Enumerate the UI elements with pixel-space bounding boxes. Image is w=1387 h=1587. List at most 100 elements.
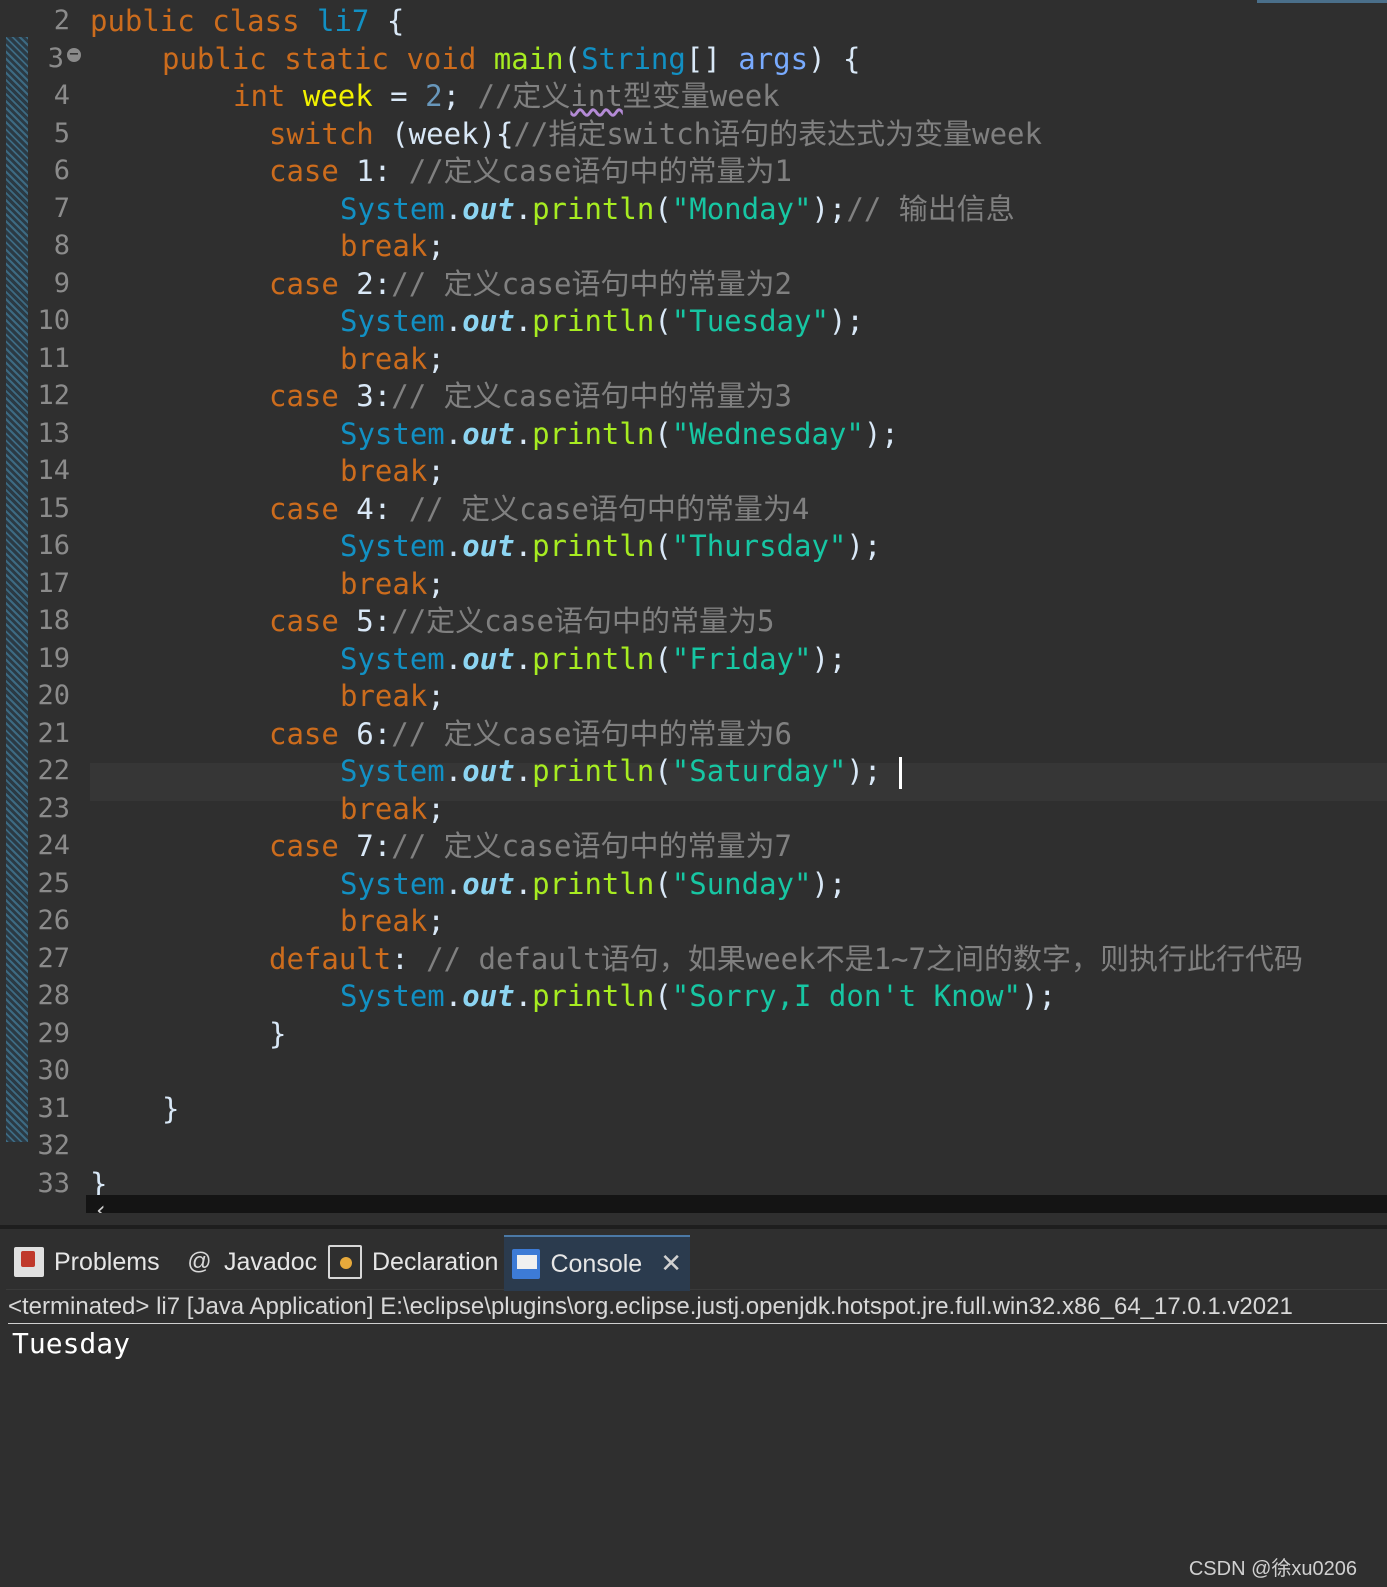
tab-javadoc[interactable]: @ Javadoc — [176, 1235, 325, 1289]
console-output[interactable]: Tuesday — [12, 1325, 130, 1363]
comment: // 输出信息 — [846, 192, 1015, 226]
class-name: System — [340, 304, 445, 338]
line-number: 14 — [37, 455, 70, 486]
code-line[interactable]: System.out.println("Tuesday"); — [340, 302, 864, 340]
problems-icon — [14, 1247, 44, 1277]
code-line[interactable]: switch (week){//指定switch语句的表达式为变量week — [269, 115, 1042, 153]
punctuation: 3: — [338, 379, 392, 413]
code-line[interactable]: public class li7 { — [90, 2, 404, 40]
code-line[interactable]: case 1: //定义case语句中的常量为1 — [269, 152, 792, 190]
punctuation: ); — [1020, 979, 1056, 1013]
punctuation: 5: — [338, 604, 392, 638]
code-line-current[interactable]: System.out.println("Saturday"); — [340, 752, 903, 790]
code-line[interactable]: System.out.println("Monday");// 输出信息 — [340, 190, 1015, 228]
line-number: 2 — [53, 5, 70, 36]
punctuation: ); — [811, 867, 847, 901]
code-line[interactable]: case 3:// 定义case语句中的常量为3 — [269, 377, 792, 415]
console-icon — [512, 1249, 541, 1279]
code-line[interactable]: int week = 2; //定义int型变量week — [233, 77, 780, 115]
punctuation: . — [514, 867, 533, 901]
keyword: break — [340, 904, 428, 938]
line-number: 25 — [37, 868, 70, 899]
line-number: 33 — [37, 1168, 70, 1199]
code-line[interactable]: case 4: // 定义case语句中的常量为4 — [269, 490, 809, 528]
punctuation: . — [514, 417, 533, 451]
punctuation: : — [391, 942, 427, 976]
line-number: 26 — [37, 905, 70, 936]
line-number: 15 — [37, 493, 70, 524]
code-line[interactable]: case 2:// 定义case语句中的常量为2 — [269, 265, 792, 303]
comment-spellcheck: int — [570, 79, 623, 113]
class-name: System — [340, 867, 445, 901]
keyword: public — [90, 4, 195, 38]
comment: // 定义case语句中的常量为4 — [408, 492, 810, 526]
tab-problems[interactable]: Problems — [6, 1235, 168, 1289]
line-number: 11 — [37, 343, 70, 374]
code-line[interactable]: break; — [340, 677, 445, 715]
declaration-icon — [328, 1245, 362, 1279]
code-line[interactable]: System.out.println("Sorry,I don't Know")… — [340, 977, 1056, 1015]
field: out — [462, 979, 515, 1013]
code-line[interactable]: break; — [340, 452, 445, 490]
code-editor[interactable]: 2 3 − 4 5 6 7 8 9 10 11 12 13 14 15 16 1… — [0, 0, 1387, 1213]
code-line[interactable]: case 7:// 定义case语句中的常量为7 — [269, 827, 792, 865]
tab-label: Problems — [54, 1247, 160, 1276]
editor-top-accent — [1257, 0, 1387, 3]
punctuation: ); — [846, 754, 882, 788]
method-name: println — [532, 192, 655, 226]
line-number-gutter: 2 3 − 4 5 6 7 8 9 10 11 12 13 14 15 16 1… — [0, 0, 86, 1213]
punctuation: . — [444, 417, 463, 451]
keyword: static — [284, 42, 389, 76]
tab-declaration[interactable]: Declaration — [320, 1235, 506, 1289]
code-line[interactable]: System.out.println("Sunday"); — [340, 865, 846, 903]
code-line[interactable]: break; — [340, 340, 445, 378]
code-line[interactable]: break; — [340, 227, 445, 265]
code-line[interactable]: default: // default语句，如果week不是1~7之间的数字，则… — [269, 940, 1303, 978]
keyword: switch — [269, 117, 374, 151]
field: out — [462, 529, 515, 563]
line-number: 21 — [37, 718, 70, 749]
punctuation: 7: — [338, 829, 392, 863]
punctuation: ; — [427, 342, 445, 376]
punctuation: . — [444, 754, 463, 788]
punctuation: ; — [427, 679, 445, 713]
punctuation: . — [444, 192, 463, 226]
code-line[interactable]: System.out.println("Friday"); — [340, 640, 846, 678]
code-line[interactable]: case 5://定义case语句中的常量为5 — [269, 602, 774, 640]
scroll-left-icon[interactable]: ‹ — [96, 1195, 106, 1213]
line-number: 3 — [47, 43, 64, 74]
punctuation: ( — [654, 192, 672, 226]
keyword: case — [269, 717, 339, 751]
punctuation: } — [269, 1017, 287, 1051]
punctuation: ) { — [808, 42, 861, 76]
punctuation: . — [514, 192, 533, 226]
keyword: case — [269, 154, 339, 188]
line-number: 17 — [37, 568, 70, 599]
tab-console[interactable]: Console ✕ — [504, 1235, 690, 1291]
javadoc-icon: @ — [186, 1248, 212, 1275]
code-line[interactable]: break; — [340, 790, 445, 828]
code-line[interactable]: break; — [340, 902, 445, 940]
close-icon[interactable]: ✕ — [660, 1249, 682, 1279]
code-line[interactable]: public static void main(String[] args) { — [162, 40, 860, 78]
horizontal-scrollbar[interactable]: ‹ — [86, 1195, 1387, 1213]
tab-label: Declaration — [372, 1247, 499, 1276]
line-number: 32 — [37, 1130, 70, 1161]
fold-collapse-icon[interactable]: − — [67, 48, 81, 62]
keyword: case — [269, 492, 339, 526]
punctuation: ( — [654, 642, 672, 676]
code-line[interactable]: case 6:// 定义case语句中的常量为6 — [269, 715, 792, 753]
method-name: main — [493, 42, 564, 76]
line-number: 10 — [37, 305, 70, 336]
line-number: 18 — [37, 605, 70, 636]
code-line[interactable]: System.out.println("Wednesday"); — [340, 415, 899, 453]
code-line[interactable]: } — [162, 1090, 179, 1128]
punctuation: . — [514, 979, 533, 1013]
punctuation: ( — [654, 417, 672, 451]
line-number: 13 — [37, 418, 70, 449]
punctuation: 4: — [338, 492, 409, 526]
code-line[interactable]: } — [269, 1015, 286, 1053]
punctuation: ( — [654, 979, 672, 1013]
code-line[interactable]: break; — [340, 565, 445, 603]
code-line[interactable]: System.out.println("Thursday"); — [340, 527, 881, 565]
